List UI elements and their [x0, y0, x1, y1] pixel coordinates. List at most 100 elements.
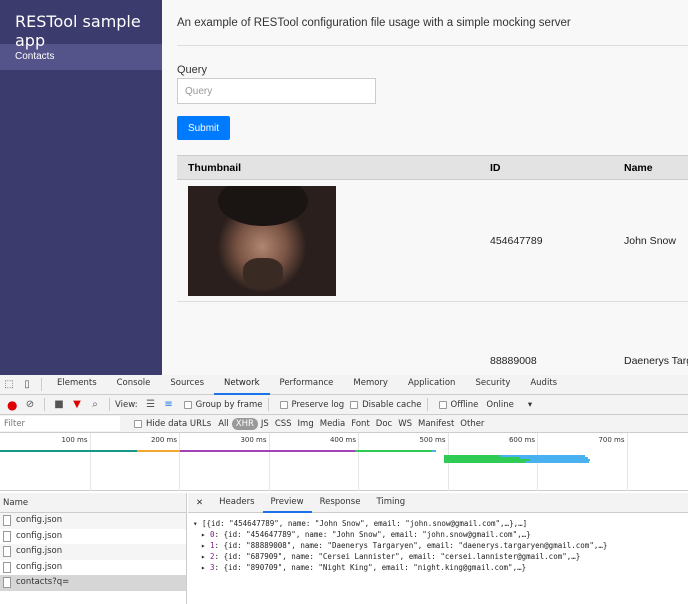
tab-application[interactable]: Application [398, 374, 466, 395]
thumbnail-image [188, 185, 336, 296]
hide-data-urls-checkbox[interactable] [134, 419, 142, 428]
offline-label: Offline [450, 399, 479, 410]
json-item[interactable]: ▸ 3: {id: "890709", name: "Night King", … [193, 562, 688, 573]
query-label: Query [177, 64, 207, 76]
close-icon[interactable]: ✕ [188, 494, 211, 512]
filter-type-manifest[interactable]: Manifest [415, 419, 457, 429]
json-item[interactable]: ▸ 2: {id: "687909", name: "Cersei Lannis… [193, 551, 688, 562]
json-root[interactable]: ▾ [{id: "454647789", name: "John Snow", … [193, 518, 688, 529]
filter-type-other[interactable]: Other [457, 419, 487, 429]
tab-sources[interactable]: Sources [160, 374, 214, 395]
timeline-tick: 100 ms [61, 433, 91, 491]
request-row[interactable]: config.json [0, 544, 186, 560]
header-thumbnail: Thumbnail [177, 155, 490, 180]
device-toggle-icon[interactable]: ▯ [22, 379, 32, 390]
camera-icon[interactable]: ■ [54, 399, 64, 410]
group-by-frame-label: Group by frame [195, 399, 263, 410]
header-id: ID [490, 155, 624, 180]
timeline-bar [0, 450, 137, 452]
devtools-tabbar: ⬚ ▯ Elements Console Sources Network Perform… [0, 375, 688, 395]
filter-type-ws[interactable]: WS [395, 419, 415, 429]
cell-id: 454647789 [490, 179, 624, 302]
timeline-bar [525, 461, 589, 463]
tab-elements[interactable]: Elements [47, 374, 107, 395]
submit-button[interactable]: Submit [177, 116, 230, 140]
query-input[interactable] [177, 78, 376, 104]
expand-arrow-icon: ▸ [201, 541, 211, 550]
timeline-tick: 700 ms [598, 433, 628, 491]
timeline-bar [180, 450, 355, 452]
request-list: Name config.json config.json config.json co… [0, 493, 187, 604]
network-timeline[interactable]: 100 ms 200 ms 300 ms 400 ms 500 ms 600 ms 700 … [0, 433, 688, 491]
preserve-log-checkbox[interactable] [279, 400, 288, 409]
list-view-icon[interactable]: ☰ [146, 399, 156, 410]
search-icon[interactable]: ⌕ [90, 399, 100, 410]
request-name: contacts?q= [16, 577, 70, 587]
filter-type-all[interactable]: All [215, 419, 232, 429]
filter-type-doc[interactable]: Doc [373, 419, 395, 429]
tab-network[interactable]: Network [214, 374, 270, 395]
sidebar-item-contacts[interactable]: Contacts [0, 44, 162, 70]
tick-label: 200 ms [150, 436, 177, 444]
name-column-header[interactable]: Name [0, 493, 186, 513]
cell-name: John Snow [624, 179, 688, 302]
filter-input[interactable] [0, 416, 120, 431]
page-description: An example of RESTool configuration file… [177, 17, 571, 29]
group-by-frame-checkbox[interactable] [183, 400, 192, 409]
tab-timing[interactable]: Timing [368, 493, 413, 513]
hide-data-urls-label: Hide data URLs [146, 418, 212, 429]
tick-label: 600 ms [508, 436, 535, 444]
json-value: {id: "890709", name: "Night King", email… [223, 563, 527, 572]
table-header: Thumbnail ID Name [177, 155, 688, 180]
tab-response[interactable]: Response [312, 493, 369, 513]
tick-label: 300 ms [240, 436, 267, 444]
cell-id: 88889008 [490, 301, 624, 375]
filter-type-css[interactable]: CSS [272, 419, 295, 429]
json-colon: : [214, 563, 224, 572]
json-item[interactable]: ▸ 0: {id: "454647789", name: "John Snow"… [193, 529, 688, 540]
request-row[interactable]: config.json [0, 513, 186, 529]
tick-label: 700 ms [598, 436, 625, 444]
tab-performance[interactable]: Performance [270, 374, 344, 395]
tick-label: 500 ms [419, 436, 446, 444]
divider [177, 45, 688, 46]
throttle-select[interactable]: Online ▾ [486, 400, 532, 410]
table-row[interactable]: 454647789 John Snow [177, 179, 688, 302]
waterfall-view-icon[interactable]: ≡ [164, 399, 174, 410]
chevron-down-icon: ▾ [527, 399, 533, 410]
tab-console[interactable]: Console [107, 374, 161, 395]
table-row[interactable]: 88889008 Daenerys Targ [177, 301, 688, 375]
filter-type-font[interactable]: Font [348, 419, 373, 429]
tab-audits[interactable]: Audits [520, 374, 567, 395]
file-icon [3, 577, 11, 589]
header-name: Name [624, 155, 688, 180]
disable-cache-checkbox[interactable] [350, 400, 359, 409]
clear-icon[interactable]: ⊘ [25, 399, 35, 410]
request-row[interactable]: contacts?q= [0, 575, 186, 591]
tab-headers[interactable]: Headers [211, 493, 262, 513]
request-row[interactable]: config.json [0, 560, 186, 576]
request-row[interactable]: config.json [0, 529, 186, 545]
filter-type-xhr[interactable]: XHR [231, 417, 258, 430]
filter-type-img[interactable]: Img [295, 419, 317, 429]
filter-type-js[interactable]: JS [258, 419, 272, 429]
record-icon[interactable]: ● [7, 399, 17, 411]
inspect-icon[interactable]: ⬚ [4, 379, 14, 390]
json-colon: : [214, 530, 224, 539]
tab-preview[interactable]: Preview [262, 493, 312, 513]
contacts-table: Thumbnail ID Name 454647789 John Snow 88… [177, 155, 688, 375]
request-details: ✕ Headers Preview Response Timing ▾ [{id: "… [188, 493, 688, 604]
timeline-bar [432, 450, 436, 452]
filter-icon[interactable]: ▼ [72, 399, 82, 410]
json-colon: : [214, 541, 224, 550]
filter-type-media[interactable]: Media [317, 419, 349, 429]
tab-memory[interactable]: Memory [343, 374, 398, 395]
devtools-panel: ⬚ ▯ Elements Console Sources Network Perform… [0, 375, 688, 604]
timeline-bar [444, 461, 525, 463]
request-name: config.json [16, 515, 63, 525]
json-item[interactable]: ▸ 1: {id: "88889008", name: "Daenerys Ta… [193, 540, 688, 551]
timeline-tick: 400 ms [330, 433, 359, 491]
json-colon: : [214, 552, 224, 561]
tab-security[interactable]: Security [465, 374, 520, 395]
offline-checkbox[interactable] [438, 400, 447, 409]
